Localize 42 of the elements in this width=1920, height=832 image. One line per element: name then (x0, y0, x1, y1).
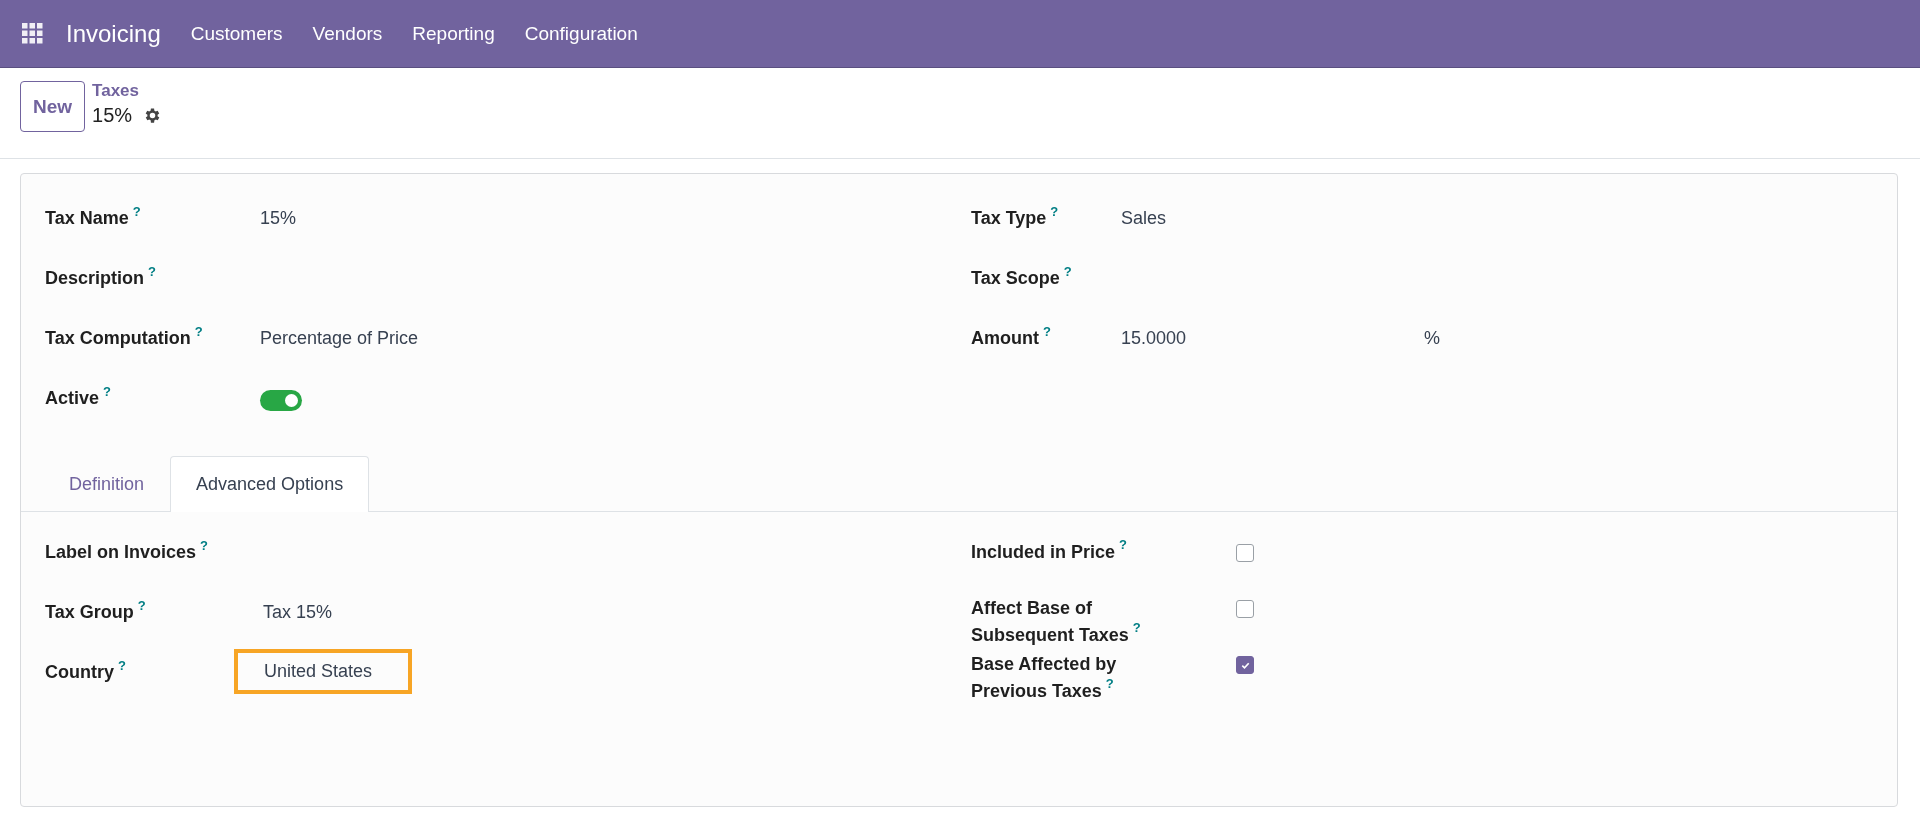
field-value[interactable]: Tax 15% (263, 602, 333, 623)
field-value[interactable]: Sales (1121, 208, 1167, 229)
help-tooltip-icon[interactable]: ? (1050, 204, 1059, 219)
app-name[interactable]: Invoicing (66, 19, 161, 48)
help-tooltip-icon[interactable]: ? (1043, 324, 1051, 339)
menu-item[interactable]: Customers (190, 22, 283, 45)
field-label: Description (45, 268, 145, 288)
field-value[interactable]: 15% (260, 208, 297, 229)
field-label: Tax Computation (45, 328, 191, 348)
checkbox[interactable] (1236, 600, 1254, 618)
tab[interactable]: Advanced Options (170, 456, 370, 512)
menu-item[interactable]: Configuration (524, 22, 638, 45)
field-label: Tax Type (971, 208, 1047, 228)
menu-item[interactable]: Vendors (312, 22, 383, 45)
apps-grid-icon[interactable] (22, 23, 43, 44)
checkbox[interactable] (1236, 656, 1254, 674)
field-label: Active (45, 388, 100, 408)
help-tooltip-icon[interactable]: ? (1105, 676, 1114, 691)
field-label: Amount (971, 328, 1039, 348)
tab[interactable]: Definition (43, 456, 171, 512)
field-label: Affect Base of Subsequent Taxes $^{?}$ (971, 597, 1142, 647)
breadcrumb-link[interactable]: Taxes (92, 81, 163, 101)
field-label: Tax Name (45, 208, 129, 228)
help-tooltip-icon[interactable]: ? (1063, 264, 1072, 279)
help-tooltip-icon[interactable]: ? (1132, 620, 1141, 635)
new-button[interactable]: New (20, 81, 86, 132)
toggle-switch[interactable] (260, 390, 302, 411)
field-label: Tax Scope (971, 268, 1060, 288)
field-label: Base Affected by Previous Taxes $^{?}$ (971, 653, 1118, 703)
highlighted-field[interactable]: United States (234, 649, 413, 694)
help-tooltip-icon[interactable]: ? (148, 264, 156, 279)
help-tooltip-icon[interactable]: ? (194, 324, 203, 339)
help-tooltip-icon[interactable]: ? (103, 384, 111, 399)
unit-label: % (1424, 328, 1440, 349)
menu-item[interactable]: Reporting (412, 22, 495, 45)
help-tooltip-icon[interactable]: ? (132, 204, 141, 219)
help-tooltip-icon[interactable]: ? (1119, 537, 1127, 552)
field-value[interactable]: Percentage of Price (260, 328, 419, 349)
checkbox[interactable] (1236, 544, 1254, 562)
field-value[interactable]: 15.0000 (1121, 328, 1424, 349)
field-label: Included in Price $^{?}$ (971, 539, 1127, 564)
record-title: 15% (92, 104, 133, 127)
